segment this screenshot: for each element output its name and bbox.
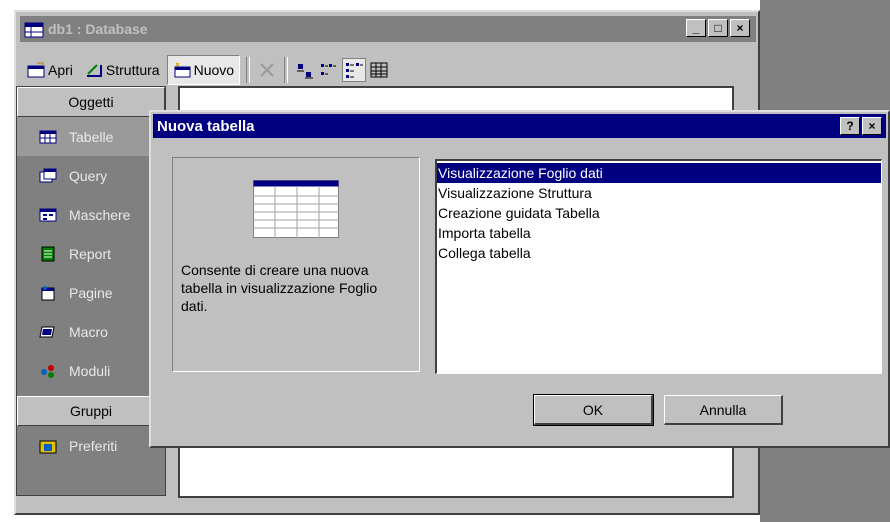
form-icon: [39, 208, 57, 221]
ok-button[interactable]: OK: [533, 394, 654, 426]
sidebar-item-forms[interactable]: Maschere: [17, 195, 165, 234]
report-icon: [41, 246, 55, 261]
list-button[interactable]: [342, 58, 367, 82]
sidebar-item-label: Report: [69, 245, 112, 262]
new-button[interactable]: Nuovo: [166, 55, 241, 85]
query-icon: [39, 168, 57, 182]
new-table-options-list[interactable]: Visualizzazione Foglio dati Visualizzazi…: [435, 159, 882, 374]
page-icon: [41, 285, 55, 300]
sidebar-item-label: Preferiti: [69, 437, 118, 454]
objects-bar: Oggetti Tabelle Query Maschere Report Pa…: [16, 86, 166, 496]
sidebar-item-label: Moduli: [69, 362, 111, 379]
favorites-folder-icon: [39, 440, 57, 453]
sidebar-item-favorites[interactable]: Preferiti: [17, 426, 165, 465]
database-title: db1 : Database: [48, 21, 148, 37]
sidebar-item-queries[interactable]: Query: [17, 156, 165, 195]
details-icon: [370, 62, 388, 78]
new-table-dialog: Nuova tabella ? × Consente di creare una…: [149, 110, 890, 448]
list-item[interactable]: Visualizzazione Foglio dati: [437, 163, 881, 183]
sidebar-item-label: Tabelle: [69, 128, 114, 145]
preview-panel: Consente di creare una nuova tabella in …: [172, 157, 420, 372]
toolbar-separator: [284, 57, 289, 83]
dialog-title: Nuova tabella: [157, 117, 255, 135]
minimize-button[interactable]: _: [686, 19, 706, 37]
large-icons-icon: [297, 64, 314, 79]
macro-icon: [39, 326, 55, 337]
close-button[interactable]: ×: [730, 19, 750, 37]
sidebar-item-label: Maschere: [69, 206, 131, 223]
table-icon: [39, 130, 57, 143]
list-item[interactable]: Creazione guidata Tabella: [437, 203, 881, 223]
open-button[interactable]: Apri: [22, 56, 78, 84]
dialog-close-button[interactable]: ×: [862, 117, 882, 135]
maximize-button[interactable]: □: [708, 19, 728, 37]
delete-icon: [260, 63, 274, 77]
option-description: Consente di creare una nuova tabella in …: [181, 262, 378, 314]
list-item[interactable]: Visualizzazione Struttura: [437, 183, 881, 203]
small-icons-icon: [321, 64, 337, 75]
details-button[interactable]: [368, 59, 390, 81]
delete-button[interactable]: [256, 59, 278, 81]
sidebar-item-label: Query: [69, 167, 108, 184]
dialog-title-bar[interactable]: Nuova tabella ? ×: [153, 114, 886, 138]
module-icon: [41, 364, 54, 378]
open-label: Apri: [48, 62, 73, 78]
list-item[interactable]: Importa tabella: [437, 223, 881, 243]
help-button[interactable]: ?: [840, 117, 860, 135]
database-icon: [24, 22, 44, 38]
design-icon: [86, 64, 102, 77]
datasheet-preview-icon: [253, 180, 339, 238]
design-label: Struttura: [105, 62, 160, 78]
large-icons-button[interactable]: [294, 59, 316, 81]
new-table-icon: [174, 62, 191, 78]
list-icon: [346, 63, 364, 78]
design-button[interactable]: Struttura: [80, 56, 165, 84]
sidebar-item-pages[interactable]: Pagine: [17, 273, 165, 312]
objects-header[interactable]: Oggetti: [17, 87, 165, 117]
small-icons-button[interactable]: [318, 59, 340, 81]
new-label: Nuovo: [193, 62, 235, 78]
toolbar-separator: [246, 57, 251, 83]
database-title-bar[interactable]: db1 : Database _ □ ×: [20, 16, 756, 42]
sidebar-item-label: Macro: [69, 323, 108, 340]
database-toolbar: Apri Struttura Nuovo: [22, 54, 390, 86]
open-icon: [27, 62, 45, 78]
sidebar-item-label: Pagine: [69, 284, 113, 301]
groups-header[interactable]: Gruppi: [17, 396, 165, 426]
sidebar-item-tables[interactable]: Tabelle: [17, 117, 165, 156]
list-item[interactable]: Collega tabella: [437, 243, 881, 263]
sidebar-item-macros[interactable]: Macro: [17, 312, 165, 351]
sidebar-item-modules[interactable]: Moduli: [17, 351, 165, 390]
sidebar-item-reports[interactable]: Report: [17, 234, 165, 273]
cancel-button[interactable]: Annulla: [664, 395, 783, 425]
